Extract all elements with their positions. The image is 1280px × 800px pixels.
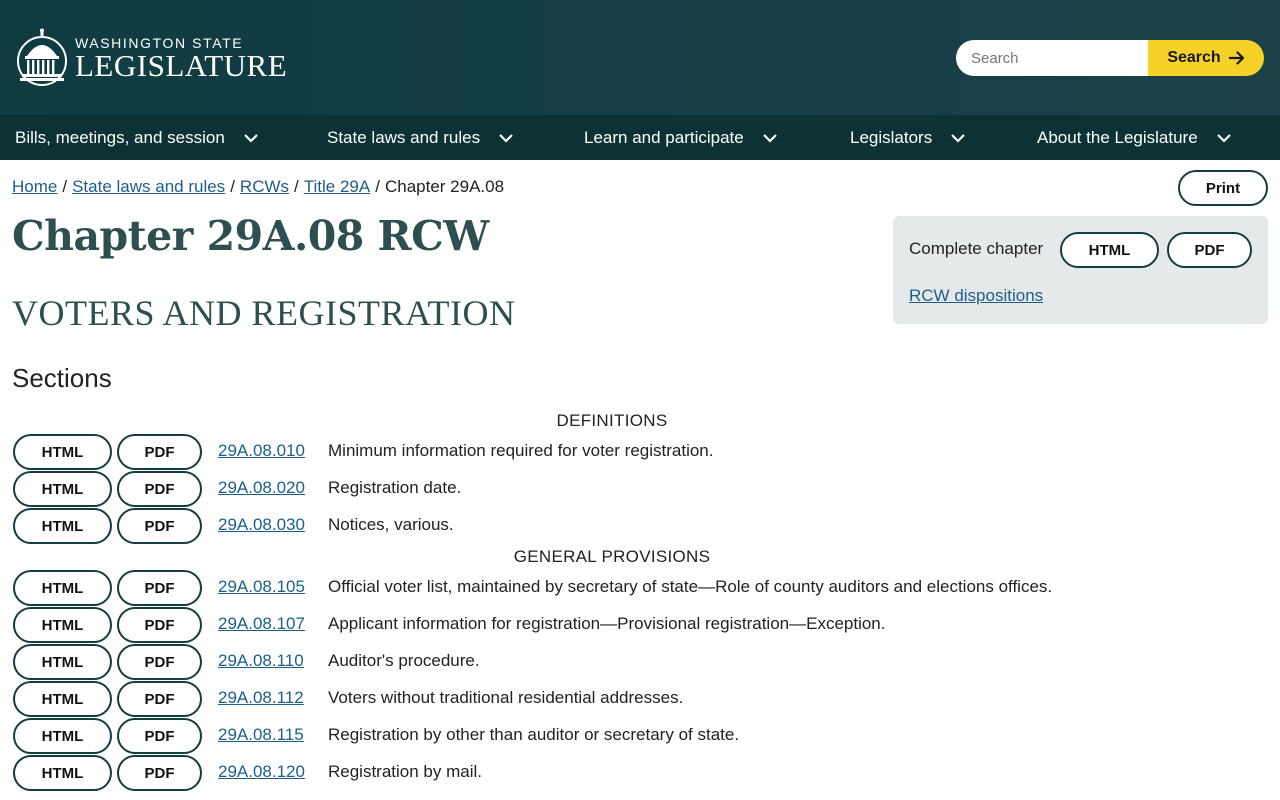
section-pdf-button[interactable]: PDF: [117, 508, 202, 544]
section-pdf-button[interactable]: PDF: [117, 681, 202, 717]
search-form: Search: [956, 40, 1264, 76]
nav-item-label: State laws and rules: [327, 127, 481, 147]
section-title: Registration by other than auditor or se…: [328, 725, 740, 744]
nav-item-label: Learn and participate: [584, 127, 744, 147]
section-html-button[interactable]: HTML: [13, 471, 112, 507]
section-row: HTML PDF 29A.08.115 Registration by othe…: [13, 718, 1213, 754]
section-html-button[interactable]: HTML: [13, 508, 112, 544]
logo-line-2: LEGISLATURE: [75, 48, 288, 83]
print-button[interactable]: Print: [1178, 170, 1268, 206]
chevron-down-icon: [950, 133, 966, 143]
section-row: HTML PDF 29A.08.020 Registration date.: [13, 471, 1213, 507]
section-row: HTML PDF 29A.08.110 Auditor's procedure.: [13, 644, 1213, 680]
section-number-link[interactable]: 29A.08.112: [218, 688, 304, 708]
site-logo[interactable]: WASHINGTON STATE LEGISLATURE: [15, 28, 287, 86]
section-html-button[interactable]: HTML: [13, 570, 112, 606]
section-title: Official voter list, maintained by secre…: [328, 577, 1053, 596]
capitol-dome-icon: [17, 28, 67, 86]
rcw-dispositions-link[interactable]: RCW dispositions: [909, 286, 1043, 306]
section-html-button[interactable]: HTML: [13, 718, 112, 754]
nav-item-label: Bills, meetings, and session: [15, 127, 225, 147]
section-number-link[interactable]: 29A.08.120: [218, 762, 305, 782]
section-row: HTML PDF 29A.08.120 Registration by mail…: [13, 755, 1213, 791]
section-pdf-button[interactable]: PDF: [117, 434, 202, 470]
section-number-link[interactable]: 29A.08.110: [218, 651, 304, 671]
nav-item-label: About the Legislature: [1037, 127, 1198, 147]
search-button-label: Search: [1167, 49, 1221, 66]
section-title: Minimum information required for voter r…: [328, 441, 714, 460]
section-number-link[interactable]: 29A.08.020: [218, 478, 305, 498]
chevron-down-icon: [762, 133, 778, 143]
section-row: HTML PDF 29A.08.112 Voters without tradi…: [13, 681, 1213, 717]
section-html-button[interactable]: HTML: [13, 681, 112, 717]
nav-item-label: Legislators: [850, 127, 933, 147]
page-title: Chapter 29A.08 RCW: [12, 212, 489, 260]
section-title: Voters without traditional residential a…: [328, 688, 684, 707]
section-title: Applicant information for registration—P…: [328, 614, 886, 633]
section-title: Registration date.: [328, 478, 462, 497]
section-html-button[interactable]: HTML: [13, 644, 112, 680]
breadcrumb-state-laws[interactable]: State laws and rules: [72, 177, 225, 196]
section-html-button[interactable]: HTML: [13, 434, 112, 470]
section-group-label: GENERAL PROVISIONS: [513, 547, 711, 566]
breadcrumb: Home / State laws and rules / RCWs / Title 29A…: [12, 177, 505, 196]
section-number-link[interactable]: 29A.08.010: [218, 441, 305, 461]
section-pdf-button[interactable]: PDF: [117, 570, 202, 606]
main-nav: Bills, meetings, and session State laws …: [0, 115, 1280, 160]
breadcrumb-home[interactable]: Home: [12, 177, 57, 196]
complete-chapter-html-button[interactable]: HTML: [1060, 232, 1159, 268]
section-pdf-button[interactable]: PDF: [117, 718, 202, 754]
nav-item-legislators[interactable]: Legislators: [850, 115, 966, 160]
nav-item-about[interactable]: About the Legislature: [1037, 115, 1232, 160]
section-pdf-button[interactable]: PDF: [117, 755, 202, 791]
section-row: HTML PDF 29A.08.010 Minimum information …: [13, 434, 1213, 470]
section-group-label: DEFINITIONS: [556, 411, 668, 430]
nav-item-state-laws[interactable]: State laws and rules: [327, 115, 514, 160]
complete-chapter-pdf-button[interactable]: PDF: [1167, 232, 1252, 268]
chevron-down-icon: [243, 133, 259, 143]
breadcrumb-rcws[interactable]: RCWs: [240, 177, 289, 196]
nav-item-learn[interactable]: Learn and participate: [584, 115, 778, 160]
search-input[interactable]: [956, 40, 1148, 76]
section-row: HTML PDF 29A.08.030 Notices, various.: [13, 508, 1213, 544]
search-button[interactable]: Search: [1148, 40, 1264, 76]
site-header: WASHINGTON STATE LEGISLATURE Search: [0, 0, 1280, 115]
breadcrumb-current: Chapter 29A.08: [384, 177, 505, 196]
sections-heading: Sections: [12, 363, 112, 393]
arrow-right-icon: [1228, 51, 1244, 65]
complete-chapter-label: Complete chapter: [909, 239, 1044, 258]
section-html-button[interactable]: HTML: [13, 607, 112, 643]
chevron-down-icon: [1216, 133, 1232, 143]
section-number-link[interactable]: 29A.08.107: [218, 614, 305, 634]
section-pdf-button[interactable]: PDF: [117, 471, 202, 507]
section-title: Registration by mail.: [328, 762, 483, 781]
nav-item-bills[interactable]: Bills, meetings, and session: [15, 115, 259, 160]
chapter-subtitle: VOTERS AND REGISTRATION: [12, 293, 516, 333]
section-title: Notices, various.: [328, 515, 454, 534]
chevron-down-icon: [498, 133, 514, 143]
section-html-button[interactable]: HTML: [13, 755, 112, 791]
section-pdf-button[interactable]: PDF: [117, 644, 202, 680]
section-number-link[interactable]: 29A.08.030: [218, 515, 305, 535]
section-number-link[interactable]: 29A.08.105: [218, 577, 305, 597]
section-pdf-button[interactable]: PDF: [117, 607, 202, 643]
section-number-link[interactable]: 29A.08.115: [218, 725, 304, 745]
section-row: HTML PDF 29A.08.107 Applicant informatio…: [13, 607, 1213, 643]
breadcrumb-title[interactable]: Title 29A: [304, 177, 370, 196]
section-row: HTML PDF 29A.08.105 Official voter list,…: [13, 570, 1213, 606]
section-title: Auditor's procedure.: [328, 651, 480, 670]
complete-chapter-panel: Complete chapter HTML PDF RCW dispositio…: [893, 216, 1268, 324]
